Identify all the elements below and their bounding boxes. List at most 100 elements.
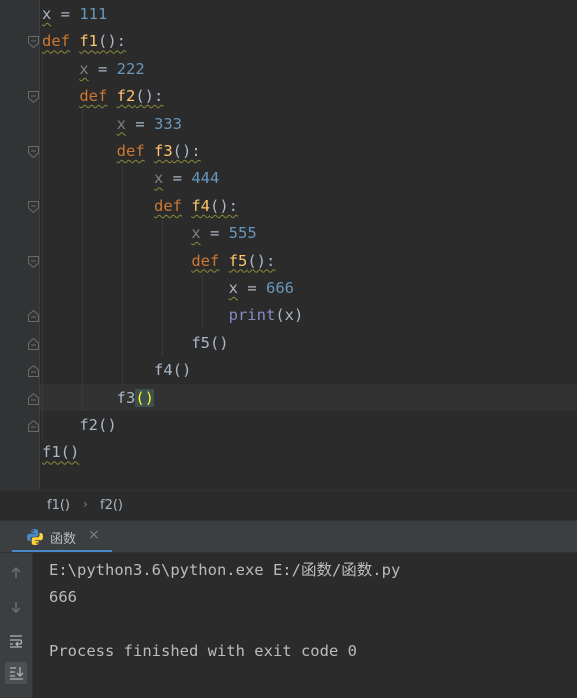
close-icon[interactable]: ×: [88, 527, 100, 543]
code-token: def: [42, 32, 70, 51]
code-token: x: [191, 224, 201, 243]
code-token: f5: [228, 251, 248, 270]
fold-marker-icon[interactable]: [28, 200, 39, 213]
arrow-up-icon[interactable]: [5, 562, 27, 584]
code-token: =: [88, 59, 117, 78]
code-token: (): [135, 388, 154, 407]
code-token: x: [153, 169, 164, 188]
code-token: f1: [79, 32, 99, 51]
code-line[interactable]: f1(): [42, 439, 79, 466]
code-line[interactable]: x = 444: [42, 165, 219, 192]
code-editor[interactable]: x = 111 def f1(): x = 222 def f2(): x = 3…: [0, 0, 577, 490]
run-side-toolbar: [0, 553, 33, 698]
fold-marker-icon[interactable]: [28, 91, 39, 104]
breadcrumb-item-f1[interactable]: f1(): [47, 498, 70, 513]
code-line[interactable]: x = 666: [42, 275, 294, 302]
code-token: 666: [265, 279, 294, 297]
breadcrumb-separator: ›: [83, 497, 88, 511]
code-token: f3: [116, 388, 136, 407]
run-tab-label: 函数: [50, 532, 77, 547]
code-line[interactable]: def f4():: [42, 193, 238, 220]
code-line[interactable]: def f1():: [42, 28, 126, 55]
code-line[interactable]: x = 111: [42, 1, 107, 28]
code-token: f4(): [153, 361, 192, 380]
code-token: =: [237, 279, 266, 297]
gutter-divider: [39, 0, 40, 490]
code-token: f5(): [191, 333, 229, 352]
code-token: def: [191, 251, 220, 270]
code-token: =: [200, 224, 229, 243]
fold-marker-icon[interactable]: [28, 255, 39, 268]
breadcrumb-item-f2[interactable]: f2(): [100, 498, 123, 513]
code-token: x: [228, 279, 238, 297]
code-line[interactable]: def f2():: [42, 83, 163, 110]
code-line[interactable]: def f3():: [42, 138, 201, 165]
code-line[interactable]: x = 333: [42, 111, 182, 138]
fold-marker-icon[interactable]: [28, 420, 39, 432]
code-token: f1(): [42, 443, 80, 462]
soft-wrap-icon[interactable]: [5, 630, 27, 652]
code-token: 333: [154, 114, 182, 133]
code-token: x: [42, 5, 52, 23]
console-line: 666: [49, 588, 77, 606]
scroll-to-end-icon[interactable]: [5, 662, 27, 684]
code-line[interactable]: f5(): [42, 330, 229, 357]
code-token: ():: [98, 32, 127, 51]
code-token: ():: [210, 196, 238, 215]
breadcrumb: f1() › f2(): [0, 490, 577, 521]
code-line[interactable]: print(x): [42, 302, 304, 329]
editor-gutter[interactable]: [0, 0, 40, 490]
arrow-down-icon[interactable]: [5, 596, 27, 618]
code-token: f2: [116, 87, 136, 106]
code-line[interactable]: x = 555: [42, 220, 257, 247]
code-token: 222: [116, 59, 145, 78]
code-token: x: [79, 59, 89, 78]
code-token: f4: [191, 196, 210, 215]
fold-marker-icon[interactable]: [28, 146, 39, 158]
code-token: 555: [228, 224, 257, 243]
code-line[interactable]: f3(): [42, 385, 154, 412]
code-token: =: [163, 169, 192, 188]
code-line[interactable]: def f5():: [42, 248, 275, 275]
code-token: ():: [135, 87, 164, 106]
code-token: f2(): [79, 416, 117, 434]
python-icon: [26, 528, 44, 550]
code-token: ():: [172, 142, 201, 160]
fold-marker-icon[interactable]: [28, 36, 39, 49]
fold-marker-icon[interactable]: [28, 365, 39, 378]
code-line[interactable]: f4(): [42, 357, 191, 384]
code-token: =: [126, 114, 154, 133]
fold-marker-icon[interactable]: [28, 310, 39, 323]
code-token: f3: [154, 142, 173, 160]
console-line: E:\python3.6\python.exe E:/函数/函数.py: [49, 561, 401, 579]
fold-marker-icon[interactable]: [28, 337, 39, 350]
code-token: x: [116, 114, 126, 133]
run-tool-window: 函数 × E:\python3.6\python.exe E:/函数/函数.py…: [0, 520, 577, 698]
code-token: ():: [247, 251, 276, 270]
tab-run-config[interactable]: 函数 ×: [12, 521, 112, 552]
code-token: def: [116, 142, 145, 160]
code-line[interactable]: f2(): [42, 412, 117, 439]
code-token: 444: [191, 169, 220, 188]
code-token: =: [51, 5, 80, 23]
code-line[interactable]: x = 222: [42, 56, 145, 83]
code-token: print: [228, 306, 276, 325]
fold-marker-icon[interactable]: [28, 392, 39, 405]
